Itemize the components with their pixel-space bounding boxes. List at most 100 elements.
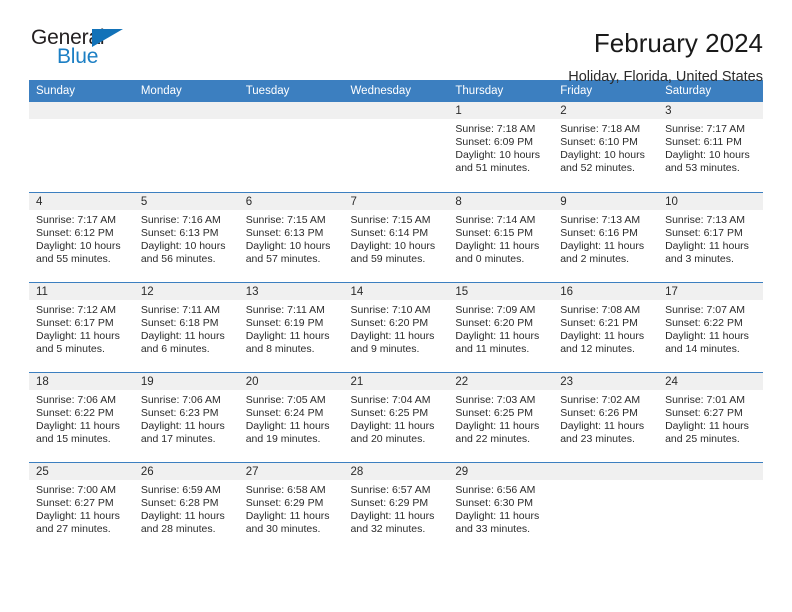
sunset-text: Sunset: 6:22 PM [665, 316, 743, 329]
calendar-cell-day-5[interactable]: 5 Sunrise: 7:16 AM Sunset: 6:13 PM Daylight… [133, 192, 239, 283]
calendar-week-row: 1 Sunrise: 7:18 AM Sunset: 6:09 PM Daylight… [29, 102, 763, 193]
calendar-cell-day-4[interactable]: 4 Sunrise: 7:17 AM Sunset: 6:12 PM Daylight… [29, 192, 134, 283]
sunrise-text: Sunrise: 7:15 AM [350, 213, 431, 226]
daylight-text: Daylight: 11 hours and 15 minutes. [36, 419, 120, 445]
calendar-cell-day-7[interactable]: 7 Sunrise: 7:15 AM Sunset: 6:14 PM Daylight… [343, 192, 449, 283]
calendar-cell-inner: 23 Sunrise: 7:02 AM Sunset: 6:26 PM Dayligh… [553, 372, 659, 462]
day-number [133, 102, 239, 119]
day-details: Sunrise: 7:13 AM Sunset: 6:16 PM Daylight:… [553, 210, 658, 266]
day-number: 8 [448, 192, 554, 210]
calendar-cell-day-24[interactable]: 24 Sunrise: 7:01 AM Sunset: 6:27 PM Dayligh… [658, 372, 763, 463]
calendar-cell-day-1[interactable]: 1 Sunrise: 7:18 AM Sunset: 6:09 PM Daylight… [448, 102, 554, 193]
calendar-cell-day-25[interactable]: 25 Sunrise: 7:00 AM Sunset: 6:27 PM Dayligh… [29, 462, 134, 552]
daylight-text: Daylight: 11 hours and 17 minutes. [140, 419, 225, 445]
day-number: 13 [238, 282, 344, 300]
day-details: Sunrise: 7:06 AM Sunset: 6:22 PM Daylight:… [29, 390, 134, 446]
general-blue-logo[interactable]: General Blue [29, 26, 149, 72]
day-number: 9 [553, 192, 659, 210]
calendar-cell-inner [343, 102, 449, 192]
calendar-page: General Blue February 2024 Holiday, Flor… [0, 0, 792, 612]
day-number [29, 102, 134, 119]
day-number: 3 [658, 102, 763, 119]
daylight-text: Daylight: 11 hours and 25 minutes. [665, 419, 749, 445]
calendar-cell-day-22[interactable]: 22 Sunrise: 7:03 AM Sunset: 6:25 PM Dayligh… [448, 372, 554, 463]
calendar-cell-day-13[interactable]: 13 Sunrise: 7:11 AM Sunset: 6:19 PM Dayligh… [238, 282, 344, 373]
daylight-text: Daylight: 11 hours and 33 minutes. [455, 509, 540, 535]
sunrise-text: Sunrise: 7:09 AM [455, 303, 536, 316]
calendar-cell-day-6[interactable]: 6 Sunrise: 7:15 AM Sunset: 6:13 PM Daylight… [238, 192, 344, 283]
day-number: 2 [553, 102, 659, 119]
day-number: 18 [29, 372, 134, 390]
day-details: Sunrise: 7:14 AM Sunset: 6:15 PM Daylight:… [448, 210, 553, 266]
calendar-cell-day-11[interactable]: 11 Sunrise: 7:12 AM Sunset: 6:17 PM Dayligh… [29, 282, 134, 373]
calendar-cell-inner [29, 102, 134, 192]
sunrise-text: Sunrise: 7:16 AM [140, 213, 221, 226]
day-number: 12 [133, 282, 239, 300]
sunrise-text: Sunrise: 7:14 AM [455, 213, 536, 226]
day-number: 17 [658, 282, 763, 300]
daylight-text: Daylight: 11 hours and 32 minutes. [350, 509, 435, 535]
sunset-text: Sunset: 6:26 PM [560, 406, 638, 419]
day-number: 23 [553, 372, 659, 390]
daylight-text: Daylight: 11 hours and 30 minutes. [245, 509, 330, 535]
calendar-cell-inner: 17 Sunrise: 7:07 AM Sunset: 6:22 PM Dayligh… [658, 282, 763, 372]
calendar-cell-day-8[interactable]: 8 Sunrise: 7:14 AM Sunset: 6:15 PM Daylight… [448, 192, 554, 283]
day-number: 20 [238, 372, 344, 390]
sunset-text: Sunset: 6:20 PM [350, 316, 429, 329]
day-number: 21 [343, 372, 449, 390]
sunset-text: Sunset: 6:12 PM [36, 226, 114, 239]
day-details: Sunrise: 7:01 AM Sunset: 6:27 PM Daylight:… [658, 390, 763, 446]
day-details: Sunrise: 6:56 AM Sunset: 6:30 PM Daylight:… [448, 480, 553, 536]
day-number [238, 102, 344, 119]
calendar-cell-day-21[interactable]: 21 Sunrise: 7:04 AM Sunset: 6:25 PM Dayligh… [343, 372, 449, 463]
calendar-cell-inner: 19 Sunrise: 7:06 AM Sunset: 6:23 PM Dayligh… [133, 372, 239, 462]
day-details: Sunrise: 7:02 AM Sunset: 6:26 PM Daylight:… [553, 390, 658, 446]
calendar-cell-inner: 5 Sunrise: 7:16 AM Sunset: 6:13 PM Daylight… [133, 192, 239, 282]
calendar-cell-day-17[interactable]: 17 Sunrise: 7:07 AM Sunset: 6:22 PM Dayligh… [658, 282, 763, 373]
calendar-cell-day-19[interactable]: 19 Sunrise: 7:06 AM Sunset: 6:23 PM Dayligh… [133, 372, 239, 463]
daylight-text: Daylight: 11 hours and 6 minutes. [140, 329, 225, 355]
daylight-text: Daylight: 11 hours and 14 minutes. [665, 329, 749, 355]
calendar-cell-day-29[interactable]: 29 Sunrise: 6:56 AM Sunset: 6:30 PM Dayligh… [448, 462, 554, 552]
calendar-cell-day-28[interactable]: 28 Sunrise: 6:57 AM Sunset: 6:29 PM Dayligh… [343, 462, 449, 552]
sunset-text: Sunset: 6:15 PM [455, 226, 534, 239]
calendar-cell-day-16[interactable]: 16 Sunrise: 7:08 AM Sunset: 6:21 PM Dayligh… [553, 282, 659, 373]
calendar-cell-day-9[interactable]: 9 Sunrise: 7:13 AM Sunset: 6:16 PM Daylight… [553, 192, 659, 283]
calendar-cell-inner: 25 Sunrise: 7:00 AM Sunset: 6:27 PM Dayligh… [29, 462, 134, 553]
calendar-cell-day-15[interactable]: 15 Sunrise: 7:09 AM Sunset: 6:20 PM Dayligh… [448, 282, 554, 373]
day-number: 16 [553, 282, 659, 300]
page-header: General Blue February 2024 Holiday, Flor… [29, 0, 763, 85]
calendar-cell-day-27[interactable]: 27 Sunrise: 6:58 AM Sunset: 6:29 PM Dayligh… [238, 462, 344, 552]
day-details: Sunrise: 7:11 AM Sunset: 6:18 PM Daylight:… [134, 300, 239, 356]
sunset-text: Sunset: 6:25 PM [455, 406, 534, 419]
sunset-text: Sunset: 6:09 PM [455, 136, 534, 149]
calendar-cell-day-20[interactable]: 20 Sunrise: 7:05 AM Sunset: 6:24 PM Dayligh… [238, 372, 344, 463]
day-number: 14 [343, 282, 449, 300]
calendar-cell-day-12[interactable]: 12 Sunrise: 7:11 AM Sunset: 6:18 PM Dayligh… [133, 282, 239, 373]
day-details: Sunrise: 7:10 AM Sunset: 6:20 PM Daylight:… [344, 300, 449, 356]
daylight-text: Daylight: 11 hours and 9 minutes. [350, 329, 435, 355]
sunset-text: Sunset: 6:20 PM [455, 316, 534, 329]
day-number: 22 [448, 372, 554, 390]
calendar-cell-day-10[interactable]: 10 Sunrise: 7:13 AM Sunset: 6:17 PM Dayligh… [658, 192, 763, 283]
sunset-text: Sunset: 6:17 PM [36, 316, 114, 329]
calendar-cell-day-3[interactable]: 3 Sunrise: 7:17 AM Sunset: 6:11 PM Daylight… [658, 102, 763, 193]
calendar-cell-inner: 18 Sunrise: 7:06 AM Sunset: 6:22 PM Dayligh… [29, 372, 134, 462]
calendar-cell-inner: 2 Sunrise: 7:18 AM Sunset: 6:10 PM Daylight… [553, 102, 659, 192]
calendar-cell-day-26[interactable]: 26 Sunrise: 6:59 AM Sunset: 6:28 PM Dayligh… [133, 462, 239, 552]
calendar-cell-inner: 6 Sunrise: 7:15 AM Sunset: 6:13 PM Daylight… [238, 192, 344, 282]
sunset-text: Sunset: 6:30 PM [455, 496, 534, 509]
calendar-cell-day-18[interactable]: 18 Sunrise: 7:06 AM Sunset: 6:22 PM Dayligh… [29, 372, 134, 463]
calendar-cell-inner [238, 102, 344, 192]
sunset-text: Sunset: 6:11 PM [665, 136, 742, 149]
calendar-cell-inner: 14 Sunrise: 7:10 AM Sunset: 6:20 PM Dayligh… [343, 282, 449, 372]
day-details: Sunrise: 7:17 AM Sunset: 6:12 PM Daylight:… [29, 210, 134, 266]
calendar-cell-day-23[interactable]: 23 Sunrise: 7:02 AM Sunset: 6:26 PM Dayligh… [553, 372, 659, 463]
sunset-text: Sunset: 6:29 PM [350, 496, 429, 509]
sunset-text: Sunset: 6:27 PM [665, 406, 743, 419]
calendar-cell-inner [658, 462, 763, 553]
title-block: February 2024 Holiday, Florida, United S… [149, 26, 763, 86]
calendar-cell-day-2[interactable]: 2 Sunrise: 7:18 AM Sunset: 6:10 PM Daylight… [553, 102, 659, 193]
sunset-text: Sunset: 6:25 PM [350, 406, 429, 419]
calendar-cell-day-14[interactable]: 14 Sunrise: 7:10 AM Sunset: 6:20 PM Dayligh… [343, 282, 449, 373]
